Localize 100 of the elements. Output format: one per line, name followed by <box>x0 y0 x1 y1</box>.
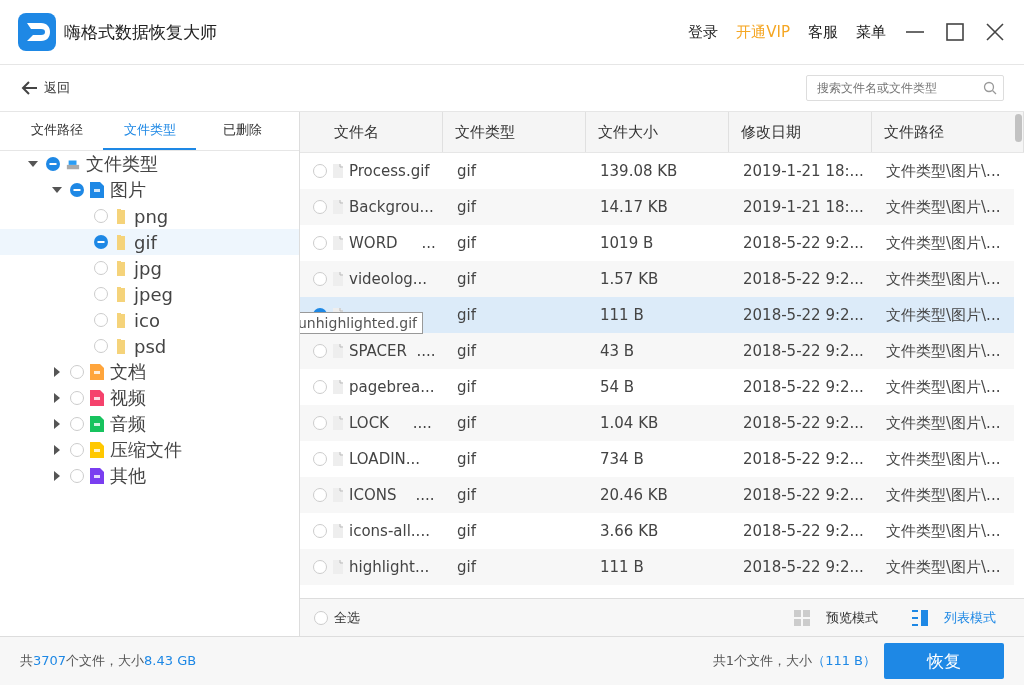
table-cell: icons-all.... <box>349 522 430 540</box>
checkbox[interactable] <box>94 261 108 275</box>
total-summary: 共3707个文件，大小8.43 GB <box>20 652 197 670</box>
table-cell-text: 1.57 KB <box>599 270 660 288</box>
table-cell-text: 文件类型\图片\... <box>885 449 1002 469</box>
view-mode-button[interactable]: 列表模式 <box>912 608 1010 627</box>
table-cell-text: 20.46 KB <box>599 486 669 504</box>
audio-file-icon <box>90 416 104 432</box>
checkbox[interactable] <box>313 416 327 430</box>
recover-button[interactable]: 恢复 <box>884 643 1004 679</box>
table-cell-text: 文件类型\图片\... <box>885 557 1002 577</box>
table-cell-text: 文件类型\图片\... <box>885 233 1002 253</box>
table-cell-text: gif <box>456 522 478 540</box>
table-cell-text: 111 B <box>599 558 645 576</box>
checkbox[interactable] <box>313 560 327 574</box>
table-cell-text: gif <box>456 558 478 576</box>
checkbox[interactable] <box>70 469 84 483</box>
sidebar-tab[interactable]: 已删除 <box>196 112 289 150</box>
checkbox[interactable] <box>94 209 108 223</box>
tree-item[interactable]: 压缩文件 <box>110 438 182 462</box>
table-cell-text: gif <box>456 378 478 396</box>
table-cell: ICONS .... <box>349 486 435 504</box>
checkbox[interactable] <box>313 200 327 214</box>
tree-item[interactable]: 文档 <box>110 360 146 384</box>
table-cell: Process.gif <box>349 162 430 180</box>
table-cell-text: 2018-5-22 9:2... <box>742 270 865 288</box>
checkbox[interactable] <box>46 157 60 171</box>
checkbox[interactable] <box>314 610 328 625</box>
checkbox[interactable] <box>313 452 327 466</box>
tree-item[interactable]: 视频 <box>110 386 146 410</box>
table-cell-text: 1.04 KB <box>599 414 660 432</box>
checkbox[interactable] <box>313 524 327 538</box>
tree-item[interactable]: png <box>134 205 169 227</box>
table-cell-text: gif <box>456 198 478 216</box>
table-cell: LOADIN... <box>349 450 421 468</box>
column-header[interactable]: 文件类型 <box>443 112 586 152</box>
sidebar-tab[interactable]: 文件路径 <box>10 112 103 150</box>
checkbox[interactable] <box>70 365 84 379</box>
sidebar-tab[interactable]: 文件类型 <box>103 112 196 150</box>
table-cell-text: 2018-5-22 9:2... <box>742 378 865 396</box>
tooltip: unhighlighted.gif <box>300 312 423 334</box>
checkbox[interactable] <box>313 488 327 502</box>
image-file-icon <box>90 182 104 198</box>
table-cell-text: 3.66 KB <box>599 522 660 540</box>
back-arrow-icon[interactable] <box>20 80 38 96</box>
table-cell-text: gif <box>456 306 478 324</box>
checkbox[interactable] <box>313 164 327 178</box>
table-cell-text: 2018-5-22 9:2... <box>742 522 865 540</box>
tree-item[interactable]: 音频 <box>110 412 146 436</box>
table-cell-text: 2019-1-21 18:... <box>742 162 865 180</box>
table-cell-text: gif <box>456 450 478 468</box>
checkbox[interactable] <box>70 391 84 405</box>
checkbox[interactable] <box>70 417 84 431</box>
checkbox[interactable] <box>313 380 327 394</box>
checkbox[interactable] <box>94 339 108 353</box>
title-link[interactable]: 客服 <box>808 22 838 42</box>
title-link[interactable]: 登录 <box>688 22 719 42</box>
table-cell-text: 2019-1-21 18:... <box>742 198 865 216</box>
tree-item[interactable]: gif <box>134 231 157 253</box>
table-cell-text: 2018-5-22 9:2... <box>742 342 865 360</box>
checkbox[interactable] <box>94 287 108 301</box>
scrollbar-thumb[interactable] <box>1015 114 1022 142</box>
table-cell-text: 文件类型\图片\... <box>885 521 1002 541</box>
title-link[interactable]: 菜单 <box>856 22 886 42</box>
tree-item[interactable]: 图片 <box>110 178 146 202</box>
column-header[interactable]: 文件大小 <box>586 112 729 152</box>
table-cell-text: 2018-5-22 9:2... <box>742 414 865 432</box>
checkbox[interactable] <box>313 236 327 250</box>
column-header[interactable]: 文件名 <box>300 112 443 152</box>
checkbox[interactable] <box>70 443 84 457</box>
table-cell-text: gif <box>456 342 478 360</box>
tree-item[interactable]: psd <box>134 335 167 357</box>
tree-item[interactable]: jpeg <box>134 283 173 305</box>
search-icon[interactable] <box>983 81 997 95</box>
table-cell-text: 2018-5-22 9:2... <box>742 558 865 576</box>
checkbox[interactable] <box>94 313 108 327</box>
table-cell-text: 文件类型\图片\... <box>885 377 1002 397</box>
checkbox[interactable] <box>313 272 327 286</box>
table-cell-text: 文件类型\图片\... <box>885 341 1002 361</box>
tree-item[interactable]: 文件类型 <box>86 152 158 176</box>
search-field[interactable]: 搜索文件名或文件类型 <box>806 75 1004 101</box>
column-header[interactable]: 修改日期 <box>729 112 872 152</box>
tree-item[interactable]: 其他 <box>110 464 146 488</box>
checkbox[interactable] <box>94 235 108 249</box>
list-icon[interactable] <box>912 609 928 626</box>
folder-icon <box>114 260 128 276</box>
table-cell: WORD ... <box>349 234 436 252</box>
selection-summary: 共1个文件，大小（111 B） <box>712 652 876 670</box>
select-all-checkbox[interactable]: 全选 <box>314 608 360 627</box>
checkbox[interactable] <box>70 183 84 197</box>
back-button[interactable]: 返回 <box>20 79 70 97</box>
file-icon <box>333 416 343 430</box>
table-cell-text: 文件类型\图片\... <box>885 269 1002 289</box>
close-icon[interactable] <box>984 21 1006 43</box>
maximize-icon[interactable] <box>944 21 966 43</box>
tree-item[interactable]: jpg <box>134 257 162 279</box>
grid-icon[interactable] <box>794 609 810 626</box>
tree-item[interactable]: ico <box>134 309 160 331</box>
view-mode-button[interactable]: 预览模式 <box>794 608 892 627</box>
checkbox[interactable] <box>313 344 327 358</box>
